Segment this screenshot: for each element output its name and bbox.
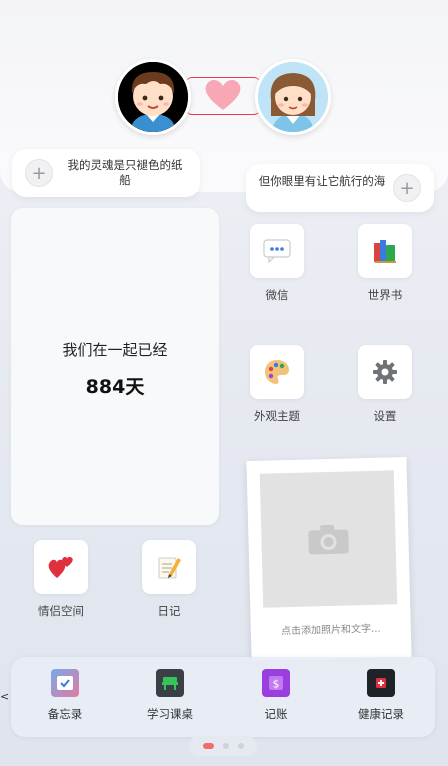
app-label: 微信 [265,288,289,302]
add-left-message-button[interactable]: + [25,159,53,187]
counter-title: 我们在一起已经 [62,341,168,359]
left-message-bubble[interactable]: + 我的灵魂是只褪色的纸船 [12,149,200,197]
chevron-left-icon[interactable]: < [0,690,9,703]
page-dot[interactable] [237,743,244,749]
add-right-message-button[interactable]: + [393,174,421,202]
page-dot[interactable] [222,743,229,749]
app-label: 日记 [157,604,181,618]
desk-icon [162,677,178,690]
wechat-icon [263,239,291,263]
photo-caption: 点击添加照片和文字... [280,623,381,638]
girl-avatar-icon [258,62,328,132]
hearts-icon [48,556,73,578]
books-icon [374,240,396,263]
counter-value: 884天 [85,376,145,398]
dock-health-record[interactable]: 健康记录 [336,669,426,722]
app-diary[interactable]: 日记 [129,540,209,619]
dollar-icon: $ [269,676,283,691]
app-dock: 备忘录 学习课桌 $ 记账 健康记录 [11,657,435,737]
page-indicator[interactable] [189,736,257,756]
dock-label: 备忘录 [47,707,83,721]
photo-placeholder[interactable] [259,470,398,608]
dock-label: 健康记录 [358,707,404,721]
anniversary-counter-card[interactable]: 我们在一起已经 884天 [11,208,219,525]
memo-check-icon [57,676,73,690]
dock-memo[interactable]: 备忘录 [20,669,110,722]
memo-icon [158,557,181,579]
left-message-text: 我的灵魂是只褪色的纸船 [67,158,183,187]
app-label: 世界书 [367,288,403,302]
plus-icon: + [31,162,47,184]
right-message-bubble[interactable]: 但你眼里有让它航行的海 + [246,164,434,212]
svg-text:$: $ [273,678,280,691]
app-world-book[interactable]: 世界书 [345,224,425,303]
palette-icon [265,360,289,384]
dock-label: 记账 [264,707,288,721]
heart-icon [205,80,241,110]
app-label: 情侣空间 [38,604,84,618]
app-theme[interactable]: 外观主题 [237,345,317,424]
avatar-boy[interactable] [115,59,191,135]
dock-accounting[interactable]: $ 记账 [231,669,321,722]
boy-avatar-icon [118,62,188,132]
app-label: 外观主题 [254,409,300,423]
app-couple-space[interactable]: 情侣空间 [21,540,101,619]
app-settings[interactable]: 设置 [345,345,425,424]
dock-label: 学习课桌 [147,707,193,721]
dock-study-desk[interactable]: 学习课桌 [125,669,215,722]
photo-frame-widget[interactable]: 点击添加照片和文字... [246,456,412,662]
app-label: 设置 [373,409,397,423]
camera-icon [308,524,349,555]
page-dot-active[interactable] [202,743,214,749]
right-message-text: 但你眼里有让它航行的海 [258,174,386,188]
gear-icon [373,360,397,384]
health-icon [376,678,386,688]
app-wechat[interactable]: 微信 [237,224,317,303]
avatar-girl[interactable] [255,59,331,135]
plus-icon: + [399,177,415,199]
